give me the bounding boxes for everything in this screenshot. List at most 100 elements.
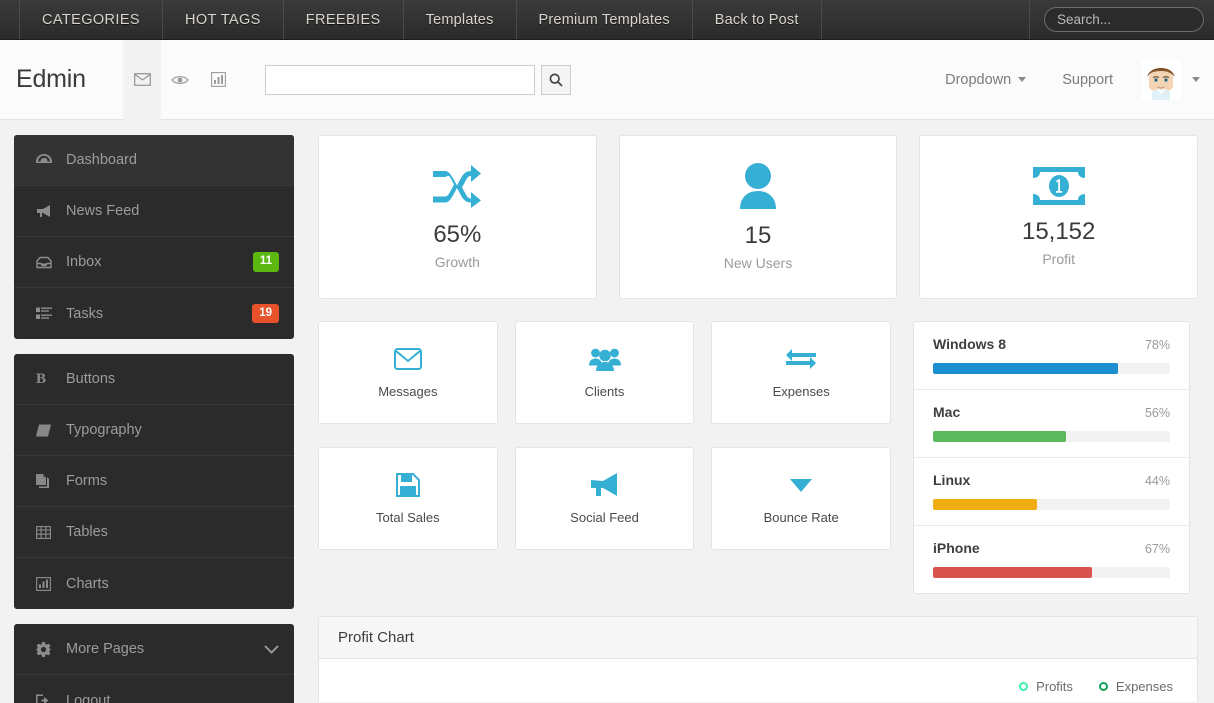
stat-label: Growth [434, 253, 480, 270]
sidebar-item-charts[interactable]: Charts [14, 558, 294, 609]
topnav-search-container [1030, 0, 1214, 39]
progress-fill [933, 363, 1118, 374]
progress-fill [933, 499, 1038, 510]
dropdown-menu-trigger[interactable]: Dropdown [927, 72, 1044, 88]
stat-value: 65% [433, 221, 482, 249]
topnav-search-input[interactable] [1044, 7, 1204, 32]
progress-header: Linux 44% [933, 472, 1170, 488]
brand-logo[interactable]: Edmin [0, 65, 123, 94]
tile-clients[interactable]: Clients [514, 321, 695, 424]
progress-item-iphone: iPhone 67% [914, 526, 1189, 593]
money-bill-icon [1032, 167, 1085, 206]
topnav-item-premium-templates[interactable]: Premium Templates [517, 0, 693, 39]
tile-social-feed[interactable]: Social Feed [514, 447, 695, 550]
table-icon [36, 525, 66, 539]
header-search-button[interactable] [541, 64, 571, 95]
tile-grid: Messages Clients Expenses Total Sales So… [318, 321, 892, 594]
sidebar-item-forms[interactable]: Forms [14, 456, 294, 507]
group-users-icon [588, 346, 621, 372]
sidebar-item-tasks[interactable]: Tasks 19 [14, 288, 294, 339]
sidebar-item-tables[interactable]: Tables [14, 507, 294, 558]
tile-label: Clients [584, 384, 625, 399]
sidebar-item-more-pages[interactable]: More Pages [14, 624, 294, 675]
progress-track [933, 431, 1170, 442]
topnav-filler [822, 0, 1030, 39]
header-icon-group [123, 39, 237, 120]
sidebar-item-dashboard[interactable]: Dashboard [14, 135, 294, 186]
stat-card-new-users[interactable]: 15 New Users [618, 135, 898, 299]
stat-card-growth[interactable]: 65% Growth [318, 135, 597, 299]
sidebar-label: Forms [66, 473, 108, 489]
sidebar-label: Logout [66, 692, 111, 703]
sidebar-item-logout[interactable]: Logout [14, 675, 294, 703]
topnav-item-templates[interactable]: Templates [404, 0, 517, 39]
sidebar-group-components: B Buttons Typography Forms Tables Charts [14, 354, 294, 609]
dropdown-label: Dropdown [945, 71, 1012, 88]
sidebar-item-typography[interactable]: Typography [14, 405, 294, 456]
stat-card-profit[interactable]: 15,152 Profit [919, 135, 1199, 299]
progress-label: iPhone [933, 540, 980, 556]
sidebar-label: Typography [66, 422, 142, 438]
bar-chart-icon[interactable] [199, 40, 237, 120]
caret-down-icon [790, 472, 813, 498]
envelope-icon[interactable] [123, 39, 161, 120]
megaphone-icon [590, 472, 620, 498]
stat-value: 15 [744, 222, 772, 250]
stat-card-row: 65% Growth 15 New Users 15,152 Profit [318, 135, 1199, 299]
progress-percent: 78% [1144, 338, 1170, 352]
sidebar-label: Charts [66, 575, 109, 592]
sidebar-label: Tables [66, 524, 108, 540]
sidebar-group-more: More Pages Logout [14, 624, 294, 703]
sidebar-item-buttons[interactable]: B Buttons [14, 354, 294, 405]
progress-track [933, 363, 1170, 374]
legend-item-expenses[interactable]: Expenses [1098, 679, 1173, 694]
sidebar-label: Dashboard [66, 152, 137, 168]
stat-label: New Users [723, 254, 793, 271]
tile-total-sales[interactable]: Total Sales [318, 447, 498, 550]
tasks-icon [36, 307, 66, 320]
top-navigation-bar: CATEGORIES HOT TAGS FREEBIES Templates P… [0, 0, 1214, 40]
topnav-item-categories[interactable]: CATEGORIES [20, 0, 163, 39]
sidebar-label: Tasks [66, 305, 104, 322]
envelope-open-icon [393, 346, 422, 372]
bold-b-icon: B [36, 370, 47, 387]
tile-expenses[interactable]: Expenses [711, 321, 892, 424]
sidebar-group-main: Dashboard News Feed Inbox 11 Tasks 19 [14, 135, 294, 339]
shuffle-icon [433, 164, 482, 209]
user-menu-trigger[interactable] [1131, 59, 1200, 100]
legend-item-profits[interactable]: Profits [1019, 679, 1073, 694]
topnav-left-spacer [0, 0, 20, 39]
chart-icon [36, 576, 66, 591]
mid-section: Messages Clients Expenses Total Sales So… [318, 321, 1198, 594]
tile-label: Bounce Rate [763, 510, 839, 525]
eye-icon[interactable] [161, 40, 199, 120]
legend-label: Profits [1036, 679, 1073, 694]
os-usage-panel: Windows 8 78% Mac 56% Linux 44% iPhone 6… [913, 321, 1190, 594]
sidebar-item-inbox[interactable]: Inbox 11 [14, 237, 294, 288]
tile-label: Social Feed [570, 510, 639, 525]
sidebar-label: Buttons [66, 371, 116, 387]
topnav-item-back-to-post[interactable]: Back to Post [693, 0, 822, 39]
tile-row-2: Total Sales Social Feed Bounce Rate [318, 447, 892, 550]
main-content: 65% Growth 15 New Users 15,152 Profit Me… [304, 120, 1214, 702]
inbox-icon [36, 256, 66, 269]
sidebar-label: More Pages [66, 641, 145, 657]
chevron-down-icon [264, 644, 279, 654]
floppy-save-icon [395, 472, 420, 498]
sidebar-item-news-feed[interactable]: News Feed [14, 186, 294, 237]
progress-label: Linux [933, 472, 971, 488]
progress-label: Mac [933, 404, 961, 420]
progress-item-linux: Linux 44% [914, 458, 1189, 526]
progress-track [933, 499, 1170, 510]
support-link[interactable]: Support [1044, 72, 1131, 88]
sidebar-label: News Feed [66, 203, 140, 219]
tile-bounce-rate[interactable]: Bounce Rate [711, 447, 892, 550]
tile-messages[interactable]: Messages [318, 321, 498, 424]
avatar [1141, 59, 1181, 100]
topnav-item-hot-tags[interactable]: HOT TAGS [163, 0, 284, 39]
topnav-item-freebies[interactable]: FREEBIES [284, 0, 404, 39]
bullhorn-icon [36, 204, 66, 218]
progress-item-windows-8: Windows 8 78% [914, 322, 1189, 390]
header-search-input[interactable] [265, 64, 535, 95]
progress-item-mac: Mac 56% [914, 390, 1189, 458]
